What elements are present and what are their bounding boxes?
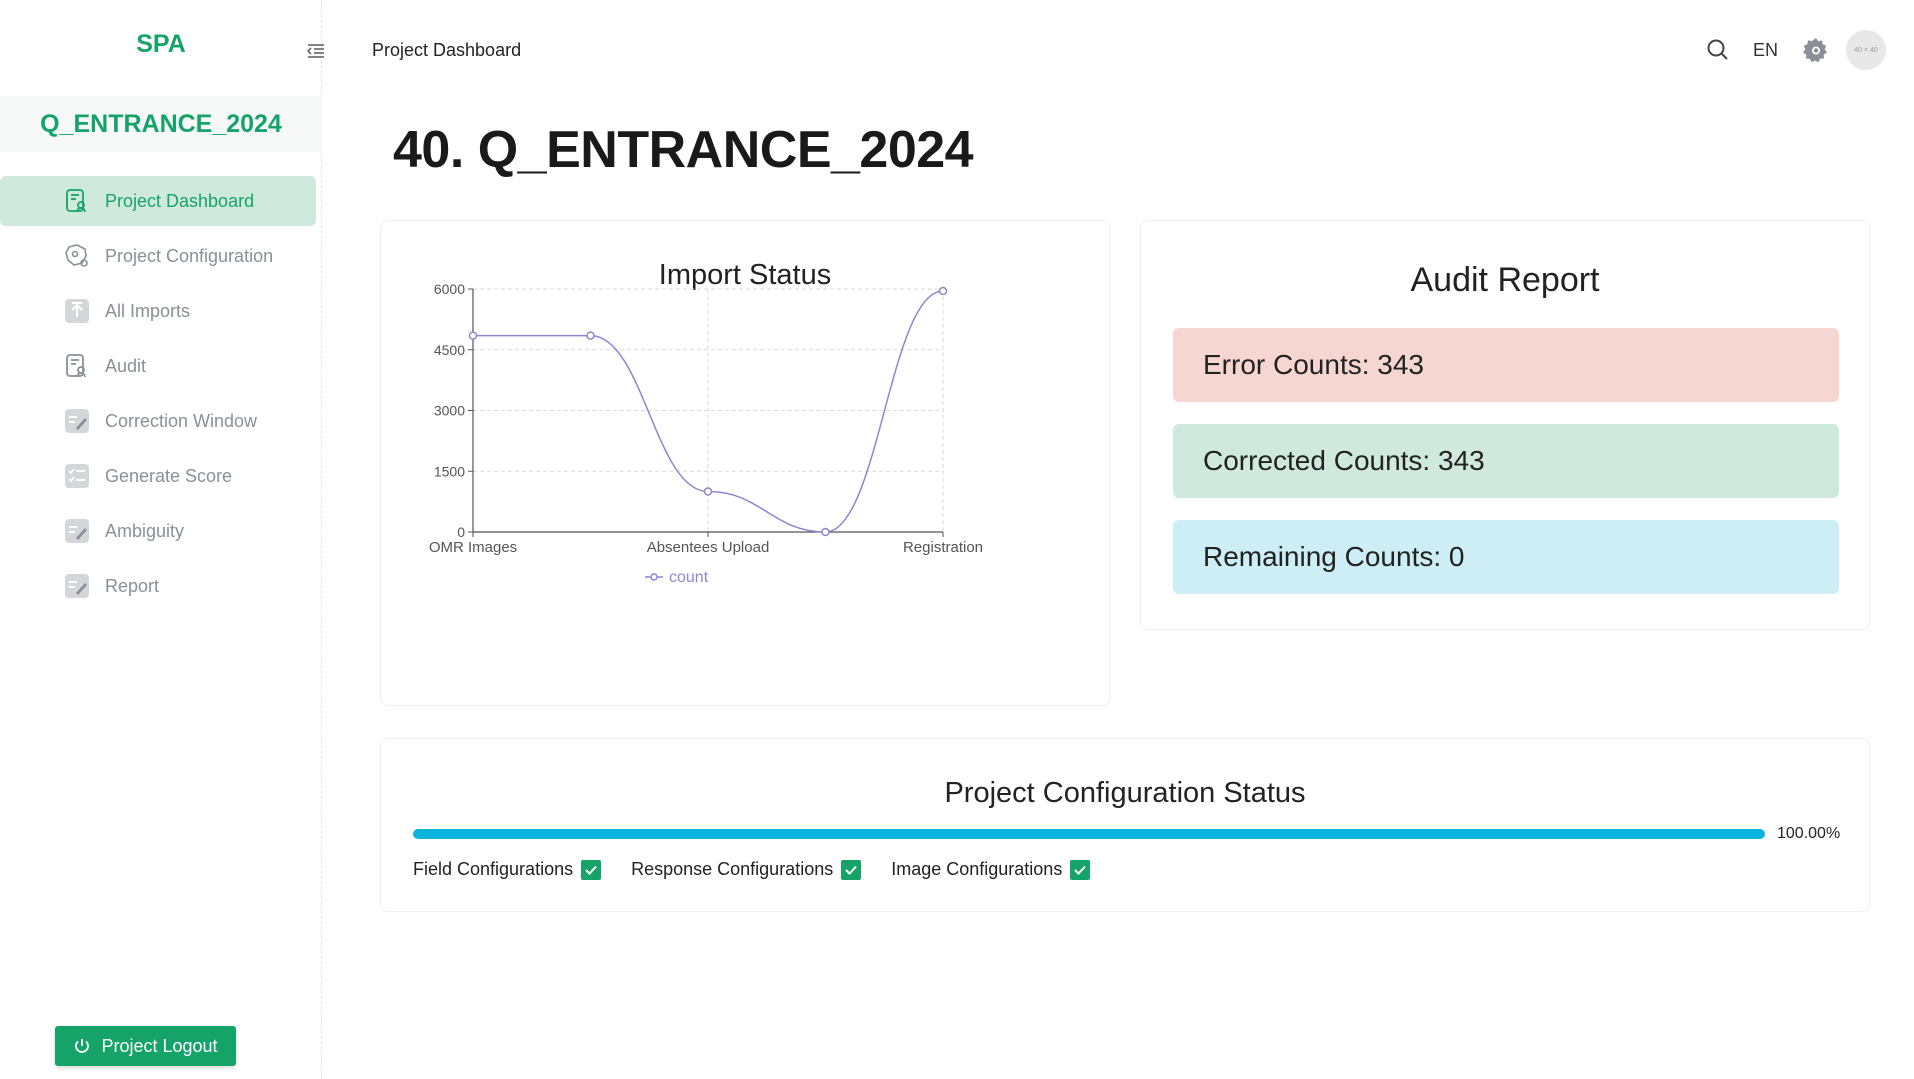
y-tick-label: 3000 [434,403,465,419]
sidebar-item-label: Ambiguity [105,520,185,541]
data-point [468,331,478,340]
y-tick-label: 1500 [434,463,465,479]
sidebar-item-label: Generate Score [105,465,233,486]
y-tick-label: 4500 [434,342,465,358]
x-tick-label: OMR Images [429,539,517,556]
gear-icon[interactable] [1802,36,1830,64]
sidebar-item-label: Project Dashboard [105,190,255,211]
edit-doc-icon [65,409,89,433]
corrected-counts-stat: Corrected Counts: 343 [1173,424,1839,498]
dashboard-doc-icon [66,189,86,213]
y-tick-label: 6000 [434,281,465,297]
sidebar-item-all-imports[interactable]: All Imports [0,286,316,336]
config-status-card: Project Configuration Status 100.00% Fie… [380,738,1870,912]
checkbox-checked-icon[interactable] [841,859,862,880]
remaining-counts-stat: Remaining Counts: 0 [1173,520,1839,594]
checkbox-checked-icon[interactable] [1070,859,1091,880]
data-point [821,527,830,537]
edit-doc-icon [65,519,89,543]
project-name: Q_ENTRANCE_2024 [0,96,322,152]
sidebar-item-label: Correction Window [105,410,258,431]
breadcrumb: Project Dashboard [372,40,522,60]
config-status-title: Project Configuration Status [944,777,1306,809]
sidebar-item-project-dashboard[interactable]: Project Dashboard [0,176,316,226]
check-label: Response Configurations [631,859,834,879]
sidebar-item-label: Report [105,575,160,596]
project-logout-button[interactable]: Project Logout [55,1026,236,1066]
audit-doc-icon [66,354,86,378]
checkbox-checked-icon[interactable] [581,859,602,880]
check-response-configurations: Response Configurations [631,859,862,880]
config-checks: Field Configurations Response Configurat… [413,859,1120,880]
x-tick-label: Absentees Upload [647,539,770,556]
brand-logo[interactable]: SPA [0,30,322,59]
check-label: Image Configurations [891,859,1063,879]
sidebar-item-label: Project Configuration [105,245,274,266]
config-progress-bar [413,829,1765,839]
page-title: 40. Q_ENTRANCE_2024 [393,121,974,179]
data-point [586,331,595,340]
sidebar-item-ambiguity[interactable]: Ambiguity [0,506,316,556]
y-tick-label: 0 [457,524,465,540]
sidebar-item-generate-score[interactable]: Generate Score [0,451,316,501]
data-point [938,286,948,296]
sidebar-item-correction-window[interactable]: Correction Window [0,396,316,446]
sidebar: SPA Q_ENTRANCE_2024 Project Dashboard Pr… [0,0,322,1079]
legend-label: count [669,569,709,586]
upload-icon [65,299,89,323]
check-label: Field Configurations [413,859,574,879]
avatar[interactable]: 40 × 40 [1846,30,1886,70]
sidebar-nav: Project Dashboard Project Configuration … [0,176,322,616]
import-status-card: Import Status 0 1500 3000 4500 6000 OMR Image… [380,220,1110,706]
sidebar-item-label: All Imports [105,300,191,321]
sidebar-item-project-configuration[interactable]: Project Configuration [0,231,316,281]
import-status-chart: 0 1500 3000 4500 6000 OMR Images Absentees Upl… [429,281,983,586]
sidebar-item-label: Audit [105,355,147,376]
sidebar-item-report[interactable]: Report [0,561,316,611]
config-gear-icon [65,244,88,267]
error-counts-stat: Error Counts: 343 [1173,328,1839,402]
search-icon[interactable] [1705,37,1731,63]
legend-marker [650,573,658,581]
logout-label: Project Logout [101,1035,218,1056]
audit-report-title: Audit Report [1410,261,1600,299]
audit-report-card: Audit Report Error Counts: 343 Corrected… [1140,220,1870,630]
x-tick-label: Registration [903,539,983,556]
sidebar-item-audit[interactable]: Audit [0,341,316,391]
power-icon [75,1039,90,1053]
language-selector[interactable]: EN [1753,40,1778,61]
data-point [703,487,713,496]
check-image-configurations: Image Configurations [891,859,1091,880]
check-field-configurations: Field Configurations [413,859,602,880]
header-actions: EN 40 × 40 [1705,30,1886,70]
config-progress-fill [413,829,1765,839]
config-progress-value: 100.00% [1777,825,1841,842]
edit-doc-icon [65,574,89,598]
checklist-icon [65,464,89,488]
menu-collapse-icon[interactable] [304,39,328,63]
